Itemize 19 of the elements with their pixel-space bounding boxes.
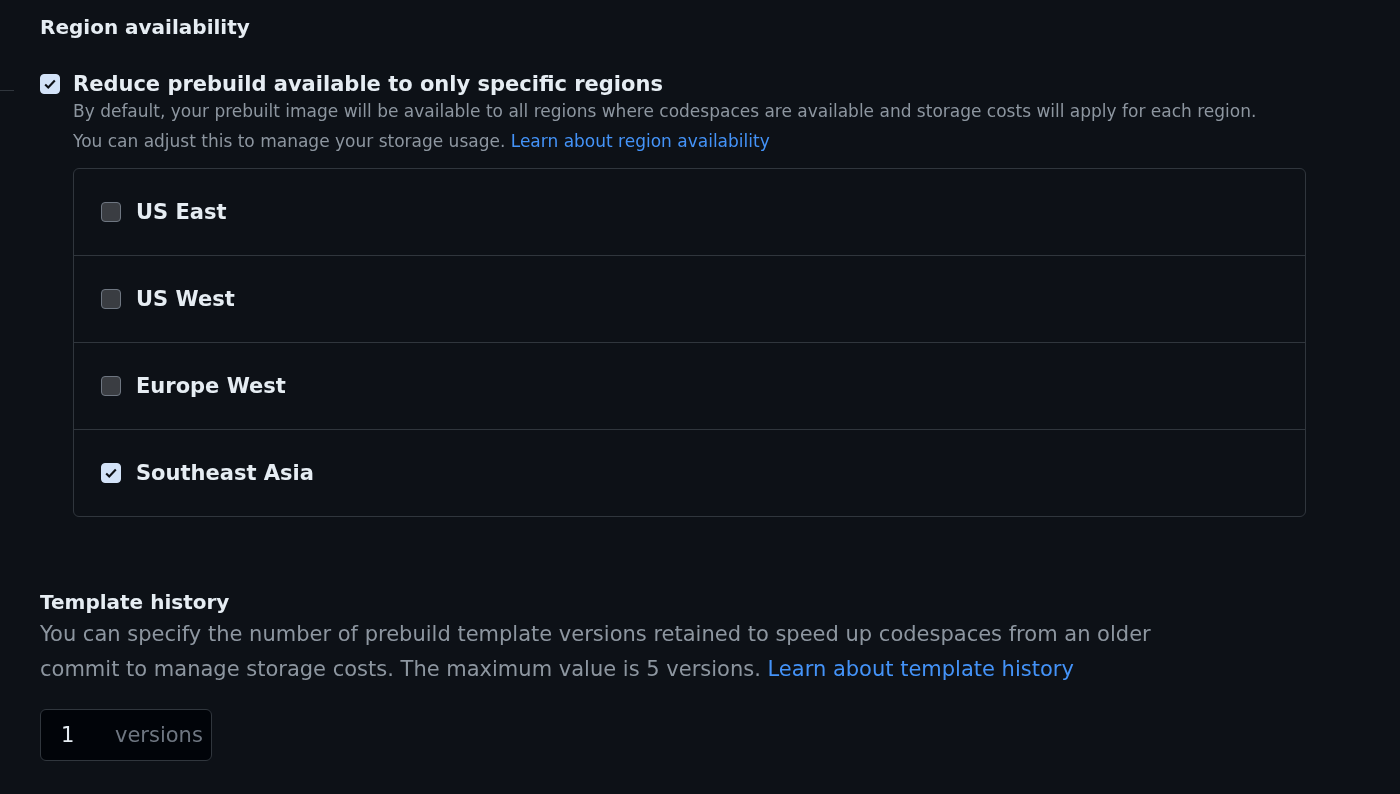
section-heading: Region availability	[40, 14, 251, 41]
description-text: You can specify the number of prebuild template versions retained to speed up codespaces from an older commit to manage storage costs. The maximum value is 5 versions. Learn about template history	[40, 621, 1152, 683]
template-history-link[interactable]: Learn about template history	[767, 657, 1074, 681]
check-icon	[104, 466, 118, 480]
versions-input[interactable]: 1 versions	[40, 709, 212, 761]
section-heading: Template history	[40, 589, 231, 616]
description-text: You can adjust this to manage your storage usage. Learn about region availability	[73, 130, 771, 153]
region-label: US East	[136, 200, 227, 224]
checkbox[interactable]	[101, 289, 121, 309]
checkbox-label: Reduce prebuild available to only specific regions	[73, 72, 663, 96]
check-icon	[43, 77, 57, 91]
checkbox[interactable]	[101, 376, 121, 396]
checkbox[interactable]	[101, 202, 121, 222]
region-availability-link[interactable]: Learn about region availability	[510, 131, 770, 151]
description-text: By default, your prebuilt image will be available to all regions where codespaces are available and storage costs will apply for each region.	[73, 100, 1258, 123]
unit-text: versions	[115, 723, 203, 747]
region-label: Southeast Asia	[136, 461, 314, 485]
region-label: Europe West	[136, 374, 286, 398]
region-label: US West	[136, 287, 235, 311]
